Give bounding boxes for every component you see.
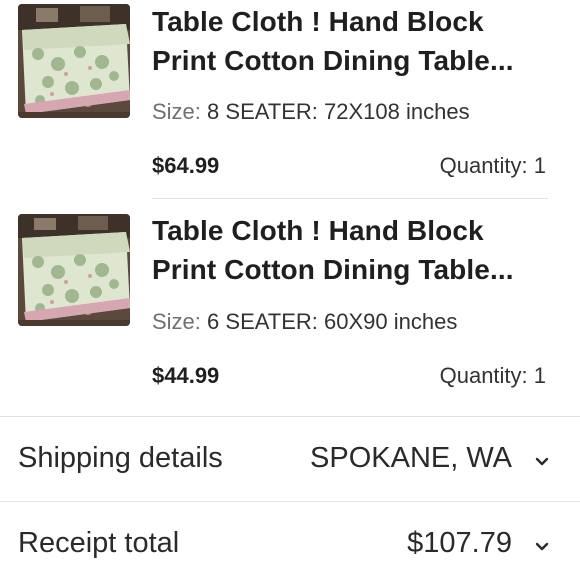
product-thumbnail[interactable] xyxy=(18,4,130,118)
product-title-line: Print Cotton Dining Table... xyxy=(152,254,514,285)
shipping-details-row[interactable]: Shipping details SPOKANE, WA xyxy=(0,418,580,498)
size-value: 6 SEATER: 60X90 inches xyxy=(207,309,458,334)
receipt-total-row[interactable]: Receipt total $107.79 xyxy=(0,503,580,583)
receipt-total-value: $107.79 xyxy=(407,527,512,559)
product-price: $64.99 xyxy=(152,153,220,178)
product-title-line: Table Cloth ! Hand Block xyxy=(152,215,484,246)
size-label: Size: xyxy=(152,99,201,124)
shipping-location: SPOKANE, WA xyxy=(310,442,512,474)
divider xyxy=(0,416,580,417)
chevron-down-icon[interactable] xyxy=(534,541,550,553)
product-size: Size: 6 SEATER: 60X90 inches xyxy=(152,309,457,335)
product-quantity: Quantity: 1 xyxy=(439,153,546,178)
size-value: 8 SEATER: 72X108 inches xyxy=(207,99,470,124)
product-title[interactable]: Table Cloth ! Hand Block Print Cotton Di… xyxy=(152,2,562,80)
product-thumbnail[interactable] xyxy=(18,214,130,326)
product-title[interactable]: Table Cloth ! Hand Block Print Cotton Di… xyxy=(152,211,562,289)
shipping-details-label: Shipping details xyxy=(18,442,223,474)
receipt-total-label: Receipt total xyxy=(18,527,180,559)
order-item[interactable]: Table Cloth ! Hand Block Print Cotton Di… xyxy=(0,0,580,198)
divider xyxy=(152,198,548,199)
chevron-down-icon[interactable] xyxy=(534,456,550,468)
product-quantity: Quantity: 1 xyxy=(439,363,546,388)
product-size: Size: 8 SEATER: 72X108 inches xyxy=(152,99,470,125)
order-item[interactable]: Table Cloth ! Hand Block Print Cotton Di… xyxy=(0,200,580,416)
size-label: Size: xyxy=(152,309,201,334)
product-price: $44.99 xyxy=(152,363,220,388)
product-title-line: Print Cotton Dining Table... xyxy=(152,45,514,76)
product-title-line: Table Cloth ! Hand Block xyxy=(152,6,484,37)
divider xyxy=(0,501,580,502)
